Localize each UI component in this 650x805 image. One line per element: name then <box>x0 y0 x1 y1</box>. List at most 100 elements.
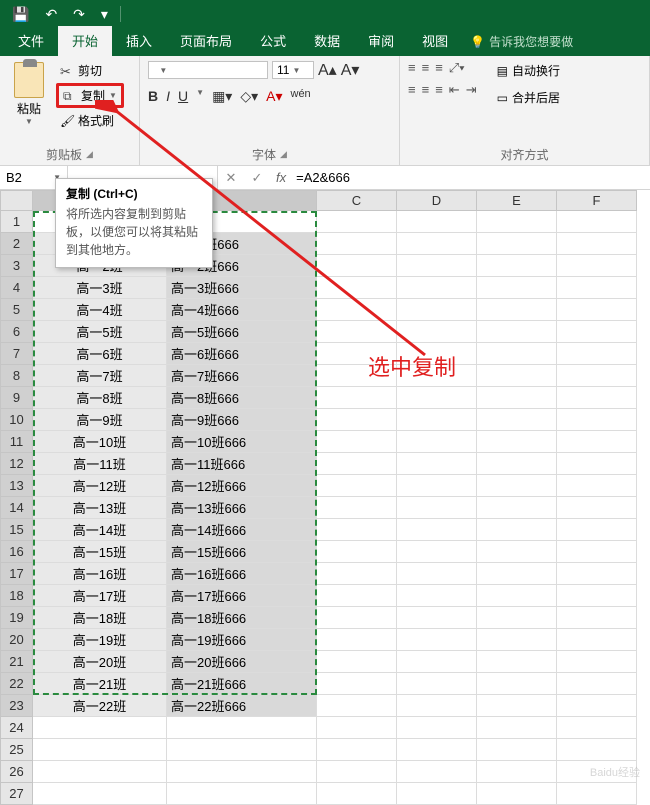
cell[interactable] <box>557 563 637 585</box>
cell[interactable] <box>397 475 477 497</box>
cell[interactable] <box>397 585 477 607</box>
phonetic-button[interactable]: wén <box>291 88 311 105</box>
underline-button[interactable]: U <box>178 88 188 105</box>
cell[interactable]: 高一11班666 <box>167 453 317 475</box>
column-header[interactable]: E <box>477 191 557 211</box>
cell[interactable] <box>317 453 397 475</box>
cell[interactable] <box>397 321 477 343</box>
row-header[interactable]: 22 <box>1 673 33 695</box>
redo-button[interactable]: ↷ <box>69 4 89 25</box>
tab-formulas[interactable]: 公式 <box>246 26 300 56</box>
cell[interactable]: 高一21班 <box>33 673 167 695</box>
cell[interactable] <box>397 497 477 519</box>
cell[interactable] <box>317 387 397 409</box>
cell[interactable]: 高一12班666 <box>167 475 317 497</box>
cell[interactable] <box>317 321 397 343</box>
cell[interactable] <box>397 211 477 233</box>
row-header[interactable]: 10 <box>1 409 33 431</box>
align-left-button[interactable]: ≡ <box>408 82 416 98</box>
align-center-button[interactable]: ≡ <box>422 82 430 98</box>
row-header[interactable]: 5 <box>1 299 33 321</box>
cell[interactable] <box>557 585 637 607</box>
cell[interactable] <box>317 519 397 541</box>
cell[interactable]: 高一12班 <box>33 475 167 497</box>
cell[interactable]: 高一22班666 <box>167 695 317 717</box>
cell[interactable]: 高一8班666 <box>167 387 317 409</box>
cell[interactable]: 高一20班 <box>33 651 167 673</box>
cell[interactable] <box>317 563 397 585</box>
tab-home[interactable]: 开始 <box>58 26 112 56</box>
row-header[interactable]: 23 <box>1 695 33 717</box>
cell[interactable]: 高一3班 <box>33 277 167 299</box>
cell[interactable] <box>317 629 397 651</box>
chevron-down-icon[interactable]: ▼ <box>196 88 204 105</box>
cell[interactable] <box>557 541 637 563</box>
tab-insert[interactable]: 插入 <box>112 26 166 56</box>
cell[interactable] <box>477 585 557 607</box>
row-header[interactable]: 18 <box>1 585 33 607</box>
cell[interactable] <box>477 541 557 563</box>
row-header[interactable]: 17 <box>1 563 33 585</box>
row-header[interactable]: 14 <box>1 497 33 519</box>
cell[interactable] <box>167 761 317 783</box>
tab-file[interactable]: 文件 <box>4 26 58 56</box>
row-header[interactable]: 11 <box>1 431 33 453</box>
row-header[interactable]: 27 <box>1 783 33 805</box>
cell[interactable] <box>557 673 637 695</box>
paste-button[interactable]: 粘贴 ▼ <box>8 60 50 144</box>
cell[interactable]: 高一13班 <box>33 497 167 519</box>
cell[interactable] <box>477 497 557 519</box>
cell[interactable]: 高一9班666 <box>167 409 317 431</box>
cell[interactable]: 高一16班 <box>33 563 167 585</box>
tell-me-search[interactable]: 💡 告诉我您想要做 <box>462 27 581 56</box>
column-header[interactable]: C <box>317 191 397 211</box>
column-header[interactable]: F <box>557 191 637 211</box>
bold-button[interactable]: B <box>148 88 158 105</box>
cell[interactable]: 高一8班 <box>33 387 167 409</box>
cell[interactable] <box>477 651 557 673</box>
border-button[interactable]: ▦▾ <box>212 88 232 105</box>
cell[interactable] <box>167 717 317 739</box>
font-color-button[interactable]: A▾ <box>266 88 282 105</box>
cell[interactable] <box>477 739 557 761</box>
align-middle-button[interactable]: ≡ <box>422 60 430 76</box>
cell[interactable] <box>477 783 557 805</box>
cell[interactable] <box>317 277 397 299</box>
cell[interactable]: 高一10班 <box>33 431 167 453</box>
cell[interactable] <box>397 695 477 717</box>
tab-page-layout[interactable]: 页面布局 <box>166 26 246 56</box>
row-header[interactable]: 6 <box>1 321 33 343</box>
italic-button[interactable]: I <box>166 88 170 105</box>
cell[interactable]: 高一7班666 <box>167 365 317 387</box>
row-header[interactable]: 16 <box>1 541 33 563</box>
cell[interactable] <box>397 651 477 673</box>
row-header[interactable]: 21 <box>1 651 33 673</box>
cell[interactable] <box>397 629 477 651</box>
cell[interactable]: 高一4班666 <box>167 299 317 321</box>
tab-view[interactable]: 视图 <box>408 26 462 56</box>
cell[interactable] <box>397 739 477 761</box>
cell[interactable]: 高一11班 <box>33 453 167 475</box>
cell[interactable]: 高一16班666 <box>167 563 317 585</box>
cell[interactable]: 高一17班 <box>33 585 167 607</box>
cell[interactable] <box>317 255 397 277</box>
orientation-button[interactable]: ⤢▾ <box>449 60 465 76</box>
row-header[interactable]: 15 <box>1 519 33 541</box>
cell[interactable] <box>557 321 637 343</box>
row-header[interactable]: 25 <box>1 739 33 761</box>
cell[interactable] <box>317 695 397 717</box>
worksheet-grid[interactable]: ABCDEF 12高一1班高一1班6663高一2班高一2班6664高一3班高一3… <box>0 190 650 805</box>
row-header[interactable]: 13 <box>1 475 33 497</box>
cell[interactable]: 高一19班666 <box>167 629 317 651</box>
save-button[interactable]: 💾 <box>8 4 33 25</box>
cell[interactable] <box>317 673 397 695</box>
cell[interactable] <box>397 387 477 409</box>
cell[interactable] <box>557 739 637 761</box>
cell[interactable] <box>557 387 637 409</box>
row-header[interactable]: 1 <box>1 211 33 233</box>
cell[interactable] <box>477 409 557 431</box>
cell[interactable]: 高一5班666 <box>167 321 317 343</box>
cell[interactable] <box>317 739 397 761</box>
cell[interactable] <box>557 365 637 387</box>
decrease-indent-button[interactable]: ⇤ <box>449 82 460 98</box>
